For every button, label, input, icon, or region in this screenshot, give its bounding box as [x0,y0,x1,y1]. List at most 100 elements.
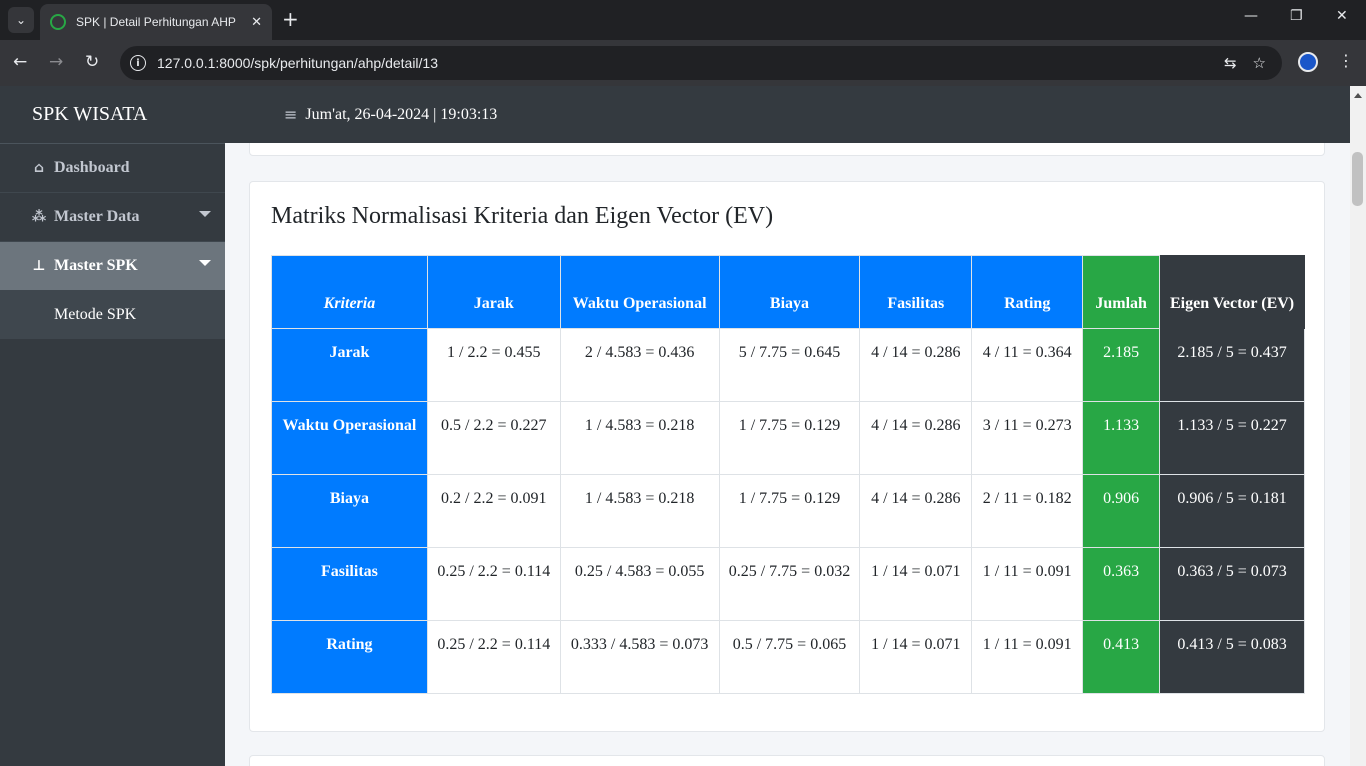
sitemap-icon: ⊥ [32,258,46,274]
restore-icon[interactable]: ❐ [1290,8,1303,24]
hamburger-menu-icon[interactable]: ≡ [284,105,297,124]
browser-tab-bar: ⌄ SPK | Detail Perhitungan AHP ✕ + — ❐ ✕ [0,0,1366,40]
sidebar-item-dashboard[interactable]: ⌂ Dashboard [0,144,225,193]
home-icon: ⌂ [33,160,45,176]
eigen-vector-cell: 2.185 / 5 = 0.437 [1159,328,1305,402]
sidebar-item-label: Master SPK [54,257,138,274]
browser-toolbar: ← → ↻ i 127.0.0.1:8000/spk/perhitungan/a… [0,40,1366,86]
table-cell: 2 / 11 = 0.182 [971,474,1084,548]
close-window-icon[interactable]: ✕ [1336,8,1348,24]
table-cell: 0.25 / 7.75 = 0.032 [718,547,861,621]
header-eigen-vector: Eigen Vector (EV) [1159,255,1305,329]
table-cell: 0.25 / 2.2 = 0.114 [426,547,561,621]
browser-tab[interactable]: SPK | Detail Perhitungan AHP ✕ [40,4,272,40]
top-navbar: ≡ Jum'at, 26-04-2024 | 19:03:13 [225,86,1350,143]
table-cell: 1 / 7.75 = 0.129 [718,401,861,475]
browser-menu-icon[interactable]: ⋮ [1338,51,1354,70]
main-content: Matriks Normalisasi Kriteria dan Eigen V… [225,143,1350,766]
back-icon[interactable]: ← [13,52,27,72]
table-cell: 1 / 7.75 = 0.129 [718,474,861,548]
row-label: Rating [271,620,428,694]
row-label: Waktu Operasional [271,401,428,475]
reload-icon[interactable]: ↻ [85,52,99,72]
normalization-table: Kriteria Jarak Waktu Operasional Biaya F… [271,255,1305,694]
scroll-up-arrow-icon[interactable] [1354,93,1362,98]
new-tab-button[interactable]: + [282,8,299,30]
minimize-icon[interactable]: — [1244,8,1258,24]
row-label: Jarak [271,328,428,402]
table-cell: 0.333 / 4.583 = 0.073 [559,620,720,694]
table-cell: 0.5 / 7.75 = 0.065 [718,620,861,694]
chevron-down-icon [199,211,211,217]
header-fasilitas: Fasilitas [859,255,973,329]
jumlah-cell: 1.133 [1082,401,1161,475]
table-cell: 4 / 14 = 0.286 [859,474,973,548]
jumlah-cell: 2.185 [1082,328,1161,402]
header-jarak: Jarak [426,255,561,329]
sidebar: SPK WISATA ⌂ Dashboard ⁂ Master Data ⊥ M… [0,86,225,766]
table-cell: 1 / 2.2 = 0.455 [426,328,561,402]
eigen-vector-cell: 0.413 / 5 = 0.083 [1159,620,1305,694]
table-cell: 1 / 4.583 = 0.218 [559,474,720,548]
table-cell: 1 / 11 = 0.091 [971,620,1084,694]
card-next [249,755,1325,766]
table-cell: 4 / 14 = 0.286 [859,328,973,402]
table-row: Fasilitas 0.25 / 2.2 = 0.114 0.25 / 4.58… [271,547,1305,621]
card-previous [249,143,1325,156]
table-cell: 1 / 14 = 0.071 [859,620,973,694]
sidebar-subitem-metode-spk[interactable]: Metode SPK [0,291,225,339]
sidebar-subitem-label: Metode SPK [54,306,137,323]
eigen-vector-cell: 1.133 / 5 = 0.227 [1159,401,1305,475]
chevron-down-icon [199,260,211,266]
table-header-row: Kriteria Jarak Waktu Operasional Biaya F… [271,255,1305,329]
sidebar-item-label: Dashboard [54,159,130,176]
card-title: Matriks Normalisasi Kriteria dan Eigen V… [271,203,774,229]
table-cell: 0.25 / 4.583 = 0.055 [559,547,720,621]
table-cell: 2 / 4.583 = 0.436 [559,328,720,402]
sidebar-item-label: Master Data [54,208,140,225]
forward-icon[interactable]: → [49,52,63,72]
table-row: Jarak 1 / 2.2 = 0.455 2 / 4.583 = 0.436 … [271,328,1305,402]
brand-logo[interactable]: SPK WISATA [0,86,225,144]
table-cell: 0.5 / 2.2 = 0.227 [426,401,561,475]
sidebar-item-master-spk[interactable]: ⊥ Master SPK [0,242,225,291]
header-jumlah: Jumlah [1082,255,1161,329]
normalization-card: Matriks Normalisasi Kriteria dan Eigen V… [249,181,1325,732]
bookmark-star-icon[interactable]: ☆ [1253,54,1266,72]
jumlah-cell: 0.363 [1082,547,1161,621]
url-text[interactable]: 127.0.0.1:8000/spk/perhitungan/ahp/detai… [157,55,1224,71]
table-row: Rating 0.25 / 2.2 = 0.114 0.333 / 4.583 … [271,620,1305,694]
header-kriteria: Kriteria [271,255,428,329]
tab-title: SPK | Detail Perhitungan AHP [76,15,236,29]
eigen-vector-cell: 0.363 / 5 = 0.073 [1159,547,1305,621]
table-cell: 4 / 14 = 0.286 [859,401,973,475]
table-row: Biaya 0.2 / 2.2 = 0.091 1 / 4.583 = 0.21… [271,474,1305,548]
table-cell: 1 / 11 = 0.091 [971,547,1084,621]
translate-icon[interactable]: ⇆ [1224,54,1237,72]
table-cell: 3 / 11 = 0.273 [971,401,1084,475]
close-tab-icon[interactable]: ✕ [251,15,262,30]
table-cell: 1 / 14 = 0.071 [859,547,973,621]
header-rating: Rating [971,255,1084,329]
address-bar[interactable]: i 127.0.0.1:8000/spk/perhitungan/ahp/det… [120,46,1282,80]
table-cell: 4 / 11 = 0.364 [971,328,1084,402]
sidebar-item-master-data[interactable]: ⁂ Master Data [0,193,225,242]
jumlah-cell: 0.413 [1082,620,1161,694]
scrollbar-thumb[interactable] [1352,152,1363,206]
table-cell: 0.25 / 2.2 = 0.114 [426,620,561,694]
table-cell: 1 / 4.583 = 0.218 [559,401,720,475]
site-info-icon[interactable]: i [130,55,146,71]
table-row: Waktu Operasional 0.5 / 2.2 = 0.227 1 / … [271,401,1305,475]
jumlah-cell: 0.906 [1082,474,1161,548]
header-biaya: Biaya [718,255,861,329]
row-label: Fasilitas [271,547,428,621]
datetime-display: Jum'at, 26-04-2024 | 19:03:13 [305,105,498,123]
tab-search-button[interactable]: ⌄ [8,7,34,33]
table-cell: 5 / 7.75 = 0.645 [718,328,861,402]
table-cell: 0.2 / 2.2 = 0.091 [426,474,561,548]
eigen-vector-cell: 0.906 / 5 = 0.181 [1159,474,1305,548]
profile-avatar[interactable] [1298,52,1318,72]
row-label: Biaya [271,474,428,548]
header-waktu-operasional: Waktu Operasional [559,255,720,329]
favicon-icon [50,14,66,30]
